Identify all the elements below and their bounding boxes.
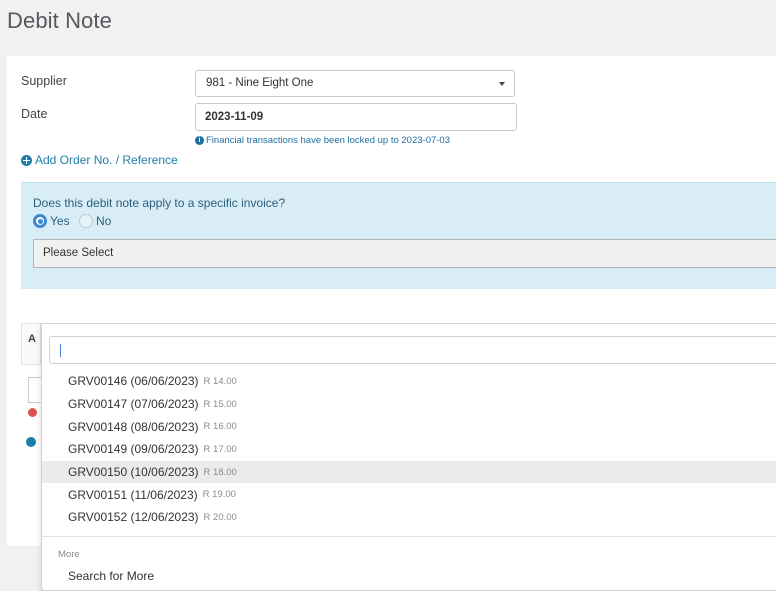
dropdown-option[interactable]: GRV00150 (10/06/2023) R 18.00 [42, 460, 776, 484]
dropdown-option[interactable]: GRV00147 (07/06/2023) R 15.00 [42, 393, 776, 416]
option-amount: R 17.00 [203, 443, 237, 455]
option-amount: R 15.00 [203, 398, 237, 410]
dropdown-option[interactable]: GRV00151 (11/06/2023) R 19.00 [42, 483, 776, 506]
lock-notice-text: Financial transactions have been locked … [206, 135, 450, 146]
invoice-panel: Does this debit note apply to a specific… [21, 182, 776, 289]
dropdown-options: GRV00146 (06/06/2023) R 14.00 GRV00147 (07… [42, 370, 776, 529]
plus-circle-icon [21, 154, 32, 166]
table-header-text: A [28, 333, 36, 345]
table-header-partial: A [21, 323, 41, 365]
date-label: Date [21, 107, 48, 121]
option-amount: R 20.00 [203, 511, 237, 523]
invoice-question: Does this debit note apply to a specific… [33, 196, 286, 210]
text-cursor [60, 344, 61, 357]
add-reference-link[interactable]: Add Order No. / Reference [21, 153, 178, 167]
line-input-partial[interactable] [28, 377, 42, 403]
option-amount: R 14.00 [203, 375, 237, 387]
invoice-select[interactable]: Please Select [33, 239, 776, 268]
dropdown-option[interactable]: GRV00148 (08/06/2023) R 16.00 [42, 415, 776, 438]
radio-checked-icon [33, 214, 47, 228]
option-amount: R 16.00 [203, 421, 237, 433]
option-code: GRV00150 (10/06/2023) [68, 465, 199, 480]
dropdown-group-label: More [58, 549, 80, 560]
dropdown-divider [42, 536, 776, 537]
chevron-down-icon [499, 82, 505, 86]
option-code: GRV00151 (11/06/2023) [68, 487, 198, 502]
supplier-select-value: 981 - Nine Eight One [206, 77, 314, 89]
supplier-label: Supplier [21, 74, 67, 88]
option-code: GRV00148 (08/06/2023) [68, 419, 199, 434]
lock-notice: i Financial transactions have been locke… [195, 135, 450, 146]
date-input-value: 2023-11-09 [205, 111, 264, 123]
option-amount: R 19.00 [202, 489, 236, 501]
option-code: GRV00152 (12/06/2023) [68, 510, 199, 525]
info-icon: i [195, 136, 204, 145]
dropdown-option[interactable]: GRV00152 (12/06/2023) R 20.00 [42, 506, 776, 529]
dropdown-option[interactable]: GRV00149 (09/06/2023) R 17.00 [42, 438, 776, 461]
radio-yes-label: Yes [50, 214, 70, 228]
option-amount: R 18.00 [203, 466, 237, 478]
search-for-more-option[interactable]: Search for More [68, 569, 154, 583]
dropdown-search-input[interactable] [49, 336, 776, 364]
supplier-select[interactable]: 981 - Nine Eight One [195, 70, 515, 97]
add-line-icon[interactable] [26, 437, 36, 447]
radio-no-label: No [96, 214, 112, 228]
page-title: Debit Note [7, 8, 112, 33]
invoice-select-value: Please Select [43, 247, 114, 259]
remove-line-icon[interactable] [28, 408, 37, 417]
debit-note-form-card: Supplier 981 - Nine Eight One Date 2023-… [7, 56, 776, 591]
radio-unchecked-icon [79, 214, 93, 228]
add-reference-label: Add Order No. / Reference [35, 153, 178, 167]
dropdown-option[interactable]: GRV00146 (06/06/2023) R 14.00 [42, 370, 776, 393]
radio-yes[interactable]: Yes [33, 214, 70, 228]
option-code: GRV00146 (06/06/2023) [68, 374, 199, 389]
invoice-dropdown: GRV00146 (06/06/2023) R 14.00 GRV00147 (07… [41, 323, 776, 591]
date-input[interactable]: 2023-11-09 [195, 103, 517, 131]
option-code: GRV00147 (07/06/2023) [68, 397, 199, 412]
radio-no[interactable]: No [79, 214, 111, 228]
option-code: GRV00149 (09/06/2023) [68, 442, 199, 457]
